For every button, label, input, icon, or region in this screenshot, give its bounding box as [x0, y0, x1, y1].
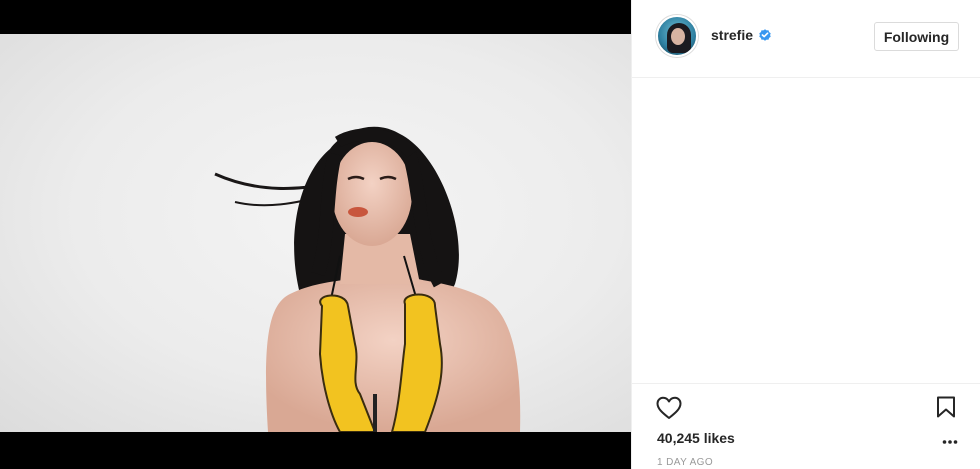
username-link[interactable]: strefie	[711, 27, 753, 43]
post-photo[interactable]	[0, 34, 631, 432]
verified-badge-icon	[759, 29, 771, 41]
post-date[interactable]: 1 DAY AGO	[657, 457, 713, 468]
likes-count[interactable]: 40,245 likes	[657, 430, 735, 446]
post-actions: 40,245 likes 1 DAY AGO	[632, 383, 980, 469]
post-header: strefie Following	[632, 0, 980, 78]
avatar-face	[671, 28, 685, 45]
profile-avatar[interactable]	[656, 15, 698, 57]
instagram-post: strefie Following 40,245 likes 1 DAY AGO	[0, 0, 980, 469]
more-options-icon[interactable]	[942, 439, 958, 445]
heart-icon[interactable]	[656, 396, 682, 420]
portrait-image	[214, 126, 521, 432]
post-media	[0, 0, 631, 469]
post-details-panel: strefie Following 40,245 likes 1 DAY AGO	[631, 0, 980, 469]
bookmark-icon[interactable]	[936, 396, 956, 418]
following-button[interactable]: Following	[874, 22, 959, 51]
